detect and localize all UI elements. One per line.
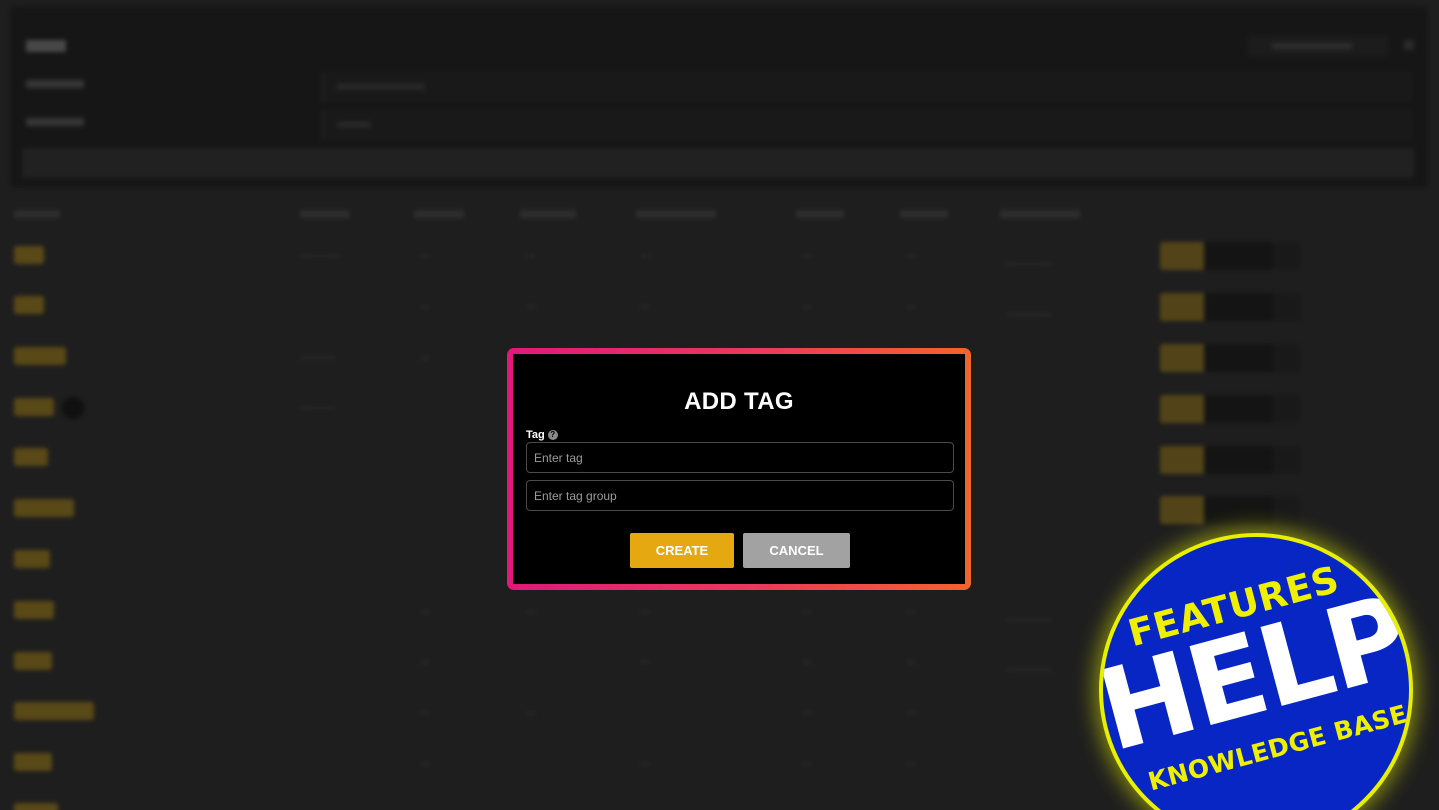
table-cell [1006, 262, 1052, 266]
screen: ADD TAG Tag ? CREATE CANCEL FEATURES HEL… [0, 0, 1439, 810]
tag-label-text: Tag [526, 429, 545, 441]
table-cell [802, 305, 812, 309]
filter-apply-bar[interactable] [22, 148, 1414, 178]
filter-panel-title [26, 40, 66, 52]
row-actions[interactable] [1160, 344, 1300, 372]
modal-highlight-frame: ADD TAG Tag ? CREATE CANCEL [507, 348, 971, 590]
table-cell [906, 254, 916, 258]
sort-dropdown[interactable] [1248, 36, 1388, 56]
close-icon[interactable] [1404, 40, 1414, 50]
table-cell [802, 660, 812, 664]
filter-label [26, 118, 84, 126]
table-cell [640, 660, 650, 664]
tag-pill[interactable] [14, 499, 74, 517]
table-cell [906, 610, 916, 614]
table-cell [802, 762, 812, 766]
table-cell [906, 711, 916, 715]
add-tag-modal: ADD TAG Tag ? CREATE CANCEL [513, 354, 965, 584]
table-cell [640, 254, 650, 258]
row-actions[interactable] [1160, 496, 1300, 524]
table-cell [526, 610, 536, 614]
table-cell [640, 305, 650, 309]
tag-pill[interactable] [14, 398, 54, 416]
cancel-button[interactable]: CANCEL [743, 533, 850, 568]
tag-pill[interactable] [14, 448, 48, 466]
row-actions[interactable] [1160, 242, 1300, 270]
table-cell [906, 660, 916, 664]
tag-pill[interactable] [14, 601, 54, 619]
table-cell [420, 356, 430, 360]
table-cell [526, 254, 536, 258]
create-button[interactable]: CREATE [630, 533, 734, 568]
modal-title: ADD TAG [684, 388, 794, 415]
tag-group-input[interactable] [526, 480, 954, 511]
filter-label [26, 80, 84, 88]
table-cell [906, 762, 916, 766]
tag-pill[interactable] [14, 550, 50, 568]
tag-pill[interactable] [14, 296, 44, 314]
column-header[interactable] [520, 210, 576, 218]
tag-pill[interactable] [14, 246, 44, 264]
help-icon[interactable]: ? [547, 430, 558, 440]
tag-pill[interactable] [14, 803, 58, 810]
filter-panel [10, 6, 1428, 188]
row-actions[interactable] [1160, 395, 1300, 423]
row-actions[interactable] [1160, 293, 1300, 321]
column-header[interactable] [1000, 210, 1080, 218]
column-header[interactable] [796, 210, 844, 218]
tag-pill[interactable] [14, 347, 66, 365]
table-cell [906, 305, 916, 309]
table-cell [640, 762, 650, 766]
tag-pill[interactable] [14, 702, 94, 720]
table-cell [420, 254, 430, 258]
table-cell [802, 711, 812, 715]
table-cell [526, 305, 536, 309]
table-cell [640, 610, 650, 614]
tag-input[interactable] [526, 442, 954, 473]
status-dot [62, 397, 84, 419]
row-actions[interactable] [1160, 446, 1300, 474]
column-header[interactable] [14, 210, 60, 218]
table-cell [420, 305, 430, 309]
table-cell [1006, 668, 1052, 672]
table-cell [802, 254, 812, 258]
table-cell [300, 406, 336, 410]
table-cell [526, 711, 536, 715]
table-cell [420, 762, 430, 766]
column-header[interactable] [414, 210, 464, 218]
table-cell [420, 711, 430, 715]
table-cell [1006, 618, 1052, 622]
table-cell [300, 254, 340, 258]
filter-field[interactable] [322, 72, 1412, 102]
tag-pill[interactable] [14, 753, 52, 771]
table-cell [300, 356, 336, 360]
table-cell [802, 610, 812, 614]
table-cell [420, 610, 430, 614]
table-cell [1006, 313, 1052, 317]
filter-field[interactable] [322, 110, 1412, 140]
column-header[interactable] [636, 210, 716, 218]
column-header[interactable] [300, 210, 350, 218]
tag-pill[interactable] [14, 652, 52, 670]
tag-field-label: Tag ? [526, 429, 558, 441]
table-cell [420, 660, 430, 664]
column-header[interactable] [900, 210, 948, 218]
